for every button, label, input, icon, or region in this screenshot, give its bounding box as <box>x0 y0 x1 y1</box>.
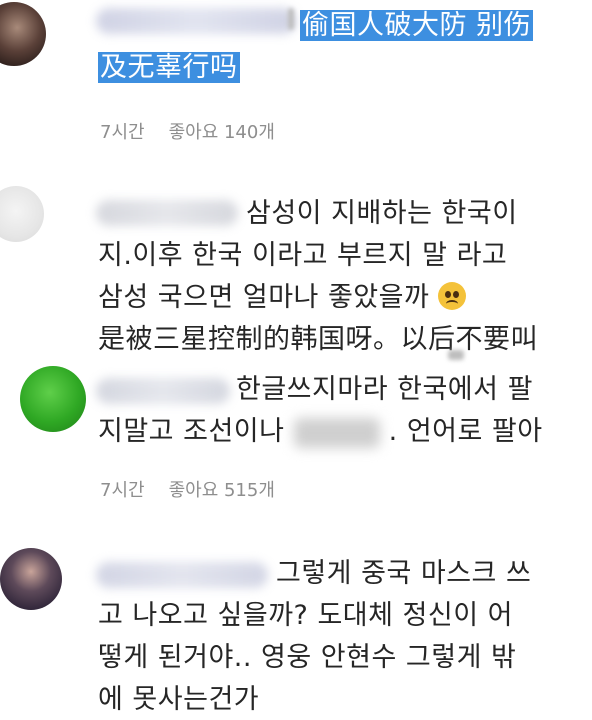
comment-text-line: 지말고 조선이나 . 언어로 팔아 <box>98 412 543 452</box>
comment-time: 7시간 <box>100 122 145 143</box>
comment-time: 7시간 <box>100 480 145 501</box>
highlighted-text: 偷国人破大防 别伤 <box>300 10 534 41</box>
username-blurred[interactable] <box>96 378 230 404</box>
comment-text-line: 及无辜行吗 <box>98 48 240 88</box>
comment-text: 삼성 국으면 얼마나 좋았을까 <box>98 282 430 313</box>
comment-text-line: 是被三星控制的韩国呀。以后不要叫 <box>98 324 538 355</box>
highlighted-text: 及无辜行吗 <box>98 52 240 83</box>
comment-text-line: 고 나오고 싶을까? 도대체 정신이 어 <box>98 600 514 631</box>
avatar[interactable] <box>0 186 44 242</box>
comment-text-line: 에 못사는건가 <box>98 684 260 715</box>
redacted-word <box>293 417 380 448</box>
like-count[interactable]: 좋아요 515개 <box>169 480 275 501</box>
avatar[interactable] <box>0 2 46 66</box>
avatar[interactable] <box>20 366 86 432</box>
comment-text-line: 떻게 된거야.. 영웅 안현수 그렇게 밖 <box>98 642 517 673</box>
comment-text: 지말고 조선이나 <box>98 416 285 447</box>
comment-text-line: 그렇게 중국 마스크 쓰 <box>276 558 532 589</box>
pleading-face-icon <box>438 282 467 310</box>
username-blurred[interactable] <box>96 8 296 34</box>
comment-text-line: 지.이후 한국 이라고 부르지 말 라고 <box>98 240 508 271</box>
comment-text-line: 한글쓰지마라 한국에서 팔 <box>236 374 533 405</box>
screen-artifact <box>448 350 464 360</box>
like-count[interactable]: 좋아요 140개 <box>169 122 275 143</box>
username-blurred[interactable] <box>96 200 238 226</box>
comment-meta: 7시간 좋아요 515개 <box>100 476 275 502</box>
comment-text-line: 삼성 국으면 얼마나 좋았을까 <box>98 278 467 318</box>
username-blurred[interactable] <box>96 562 268 588</box>
avatar[interactable] <box>0 548 62 610</box>
comment-text-line: 偷国人破大防 别伤 <box>300 6 534 46</box>
comment-text: . 언어로 팔아 <box>388 416 543 447</box>
comment-meta: 7시간 좋아요 140개 <box>100 118 275 144</box>
screen-artifact <box>288 8 294 30</box>
comment-text-line: 삼성이 지배하는 한국이 <box>246 198 518 229</box>
